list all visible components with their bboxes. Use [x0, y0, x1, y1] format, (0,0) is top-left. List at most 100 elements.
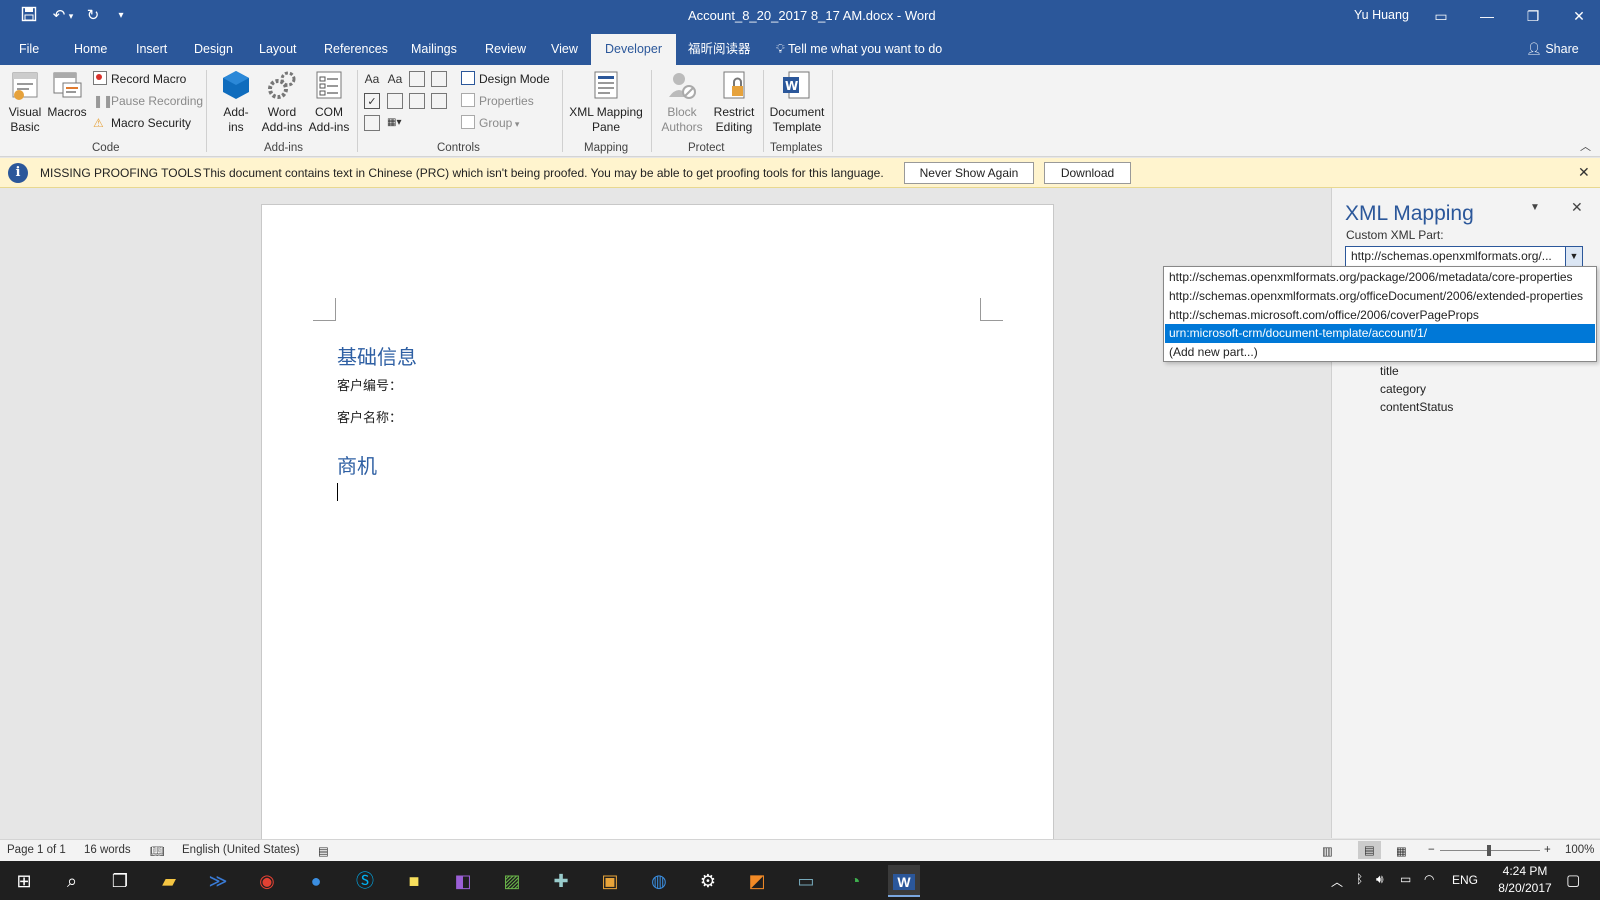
- never-show-again-button[interactable]: Never Show Again: [904, 162, 1034, 184]
- checkbox-control-icon[interactable]: ✓: [364, 93, 380, 109]
- foxit-reader-icon[interactable]: ◩: [741, 865, 773, 897]
- chevron-down-icon[interactable]: ▼: [1565, 247, 1582, 266]
- wifi-icon[interactable]: ◠: [1424, 872, 1434, 886]
- tab-view[interactable]: View: [549, 34, 580, 65]
- share-button[interactable]: 👤︎ Share: [1524, 34, 1581, 65]
- search-icon[interactable]: ⌕: [56, 865, 88, 897]
- restrict-editing-button[interactable]: Restrict Editing: [710, 69, 758, 135]
- tab-review[interactable]: Review: [483, 34, 528, 65]
- customer-number-line[interactable]: 客户编号：: [337, 375, 402, 394]
- repeating-section-control-icon[interactable]: [364, 115, 380, 131]
- tray-overflow-icon[interactable]: ︿: [1331, 873, 1343, 890]
- tab-layout[interactable]: Layout: [257, 34, 299, 65]
- dropdown-option[interactable]: http://schemas.microsoft.com/office/2006…: [1165, 306, 1595, 325]
- windows-start-icon[interactable]: ⊞: [8, 865, 40, 897]
- custom-xml-part-select[interactable]: http://schemas.openxmlformats.org/... ▼: [1345, 246, 1583, 267]
- chevron-down-icon[interactable]: ▾: [66, 6, 76, 26]
- rich-text-control-icon[interactable]: Aa: [364, 71, 380, 87]
- visual-studio-icon[interactable]: ◧: [447, 865, 479, 897]
- heading-basic-info[interactable]: 基础信息: [337, 341, 417, 370]
- page-count[interactable]: Page 1 of 1: [7, 844, 66, 856]
- user-name[interactable]: Yu Huang: [1354, 8, 1409, 22]
- tell-me-box[interactable]: 💡︎ Tell me what you want to do: [774, 34, 944, 65]
- block-authors-button[interactable]: Block Authors: [657, 69, 707, 135]
- ribbon-display-icon[interactable]: ▭: [1418, 0, 1464, 32]
- document-template-button[interactable]: W Document Template: [766, 69, 828, 135]
- xml-node-category[interactable]: category: [1380, 382, 1426, 396]
- date-picker-control-icon[interactable]: [431, 93, 447, 109]
- close-pane-icon[interactable]: ✕: [1571, 199, 1583, 216]
- macro-security-button[interactable]: ⚠ Macro Security: [93, 113, 191, 133]
- proofing-icon[interactable]: 📖︎: [150, 844, 165, 858]
- design-mode-button[interactable]: Design Mode: [461, 69, 550, 89]
- xml-node-title[interactable]: title: [1380, 364, 1399, 378]
- group-button[interactable]: Group ▾: [461, 113, 519, 133]
- heading-opportunity[interactable]: 商机: [337, 450, 377, 479]
- dropdown-option[interactable]: http://schemas.openxmlformats.org/packag…: [1165, 268, 1595, 287]
- sublime-text-icon[interactable]: ▣: [594, 865, 626, 897]
- tab-references[interactable]: References: [322, 34, 390, 65]
- battery-icon[interactable]: ▭: [1400, 872, 1411, 886]
- app-s-icon[interactable]: ●: [300, 865, 332, 897]
- dropdown-option-add-new[interactable]: (Add new part...): [1165, 343, 1595, 362]
- language-indicator[interactable]: English (United States): [182, 844, 300, 856]
- action-center-icon[interactable]: ▢: [1566, 871, 1580, 889]
- customer-name-line[interactable]: 客户名称：: [337, 407, 402, 426]
- visual-basic-button[interactable]: Visual Basic: [6, 69, 44, 135]
- word-taskbar-icon[interactable]: W: [888, 865, 920, 897]
- com-add-ins-button[interactable]: COM Add-ins: [306, 69, 352, 135]
- legacy-tools-icon[interactable]: ▦▾: [387, 115, 413, 131]
- word-add-ins-button[interactable]: Word Add-ins: [259, 69, 305, 135]
- wechat-icon[interactable]: ◔: [839, 865, 871, 897]
- drop-down-control-icon[interactable]: [409, 93, 425, 109]
- app-globe-icon[interactable]: ◍: [643, 865, 675, 897]
- combo-box-control-icon[interactable]: [387, 93, 403, 109]
- redo-icon[interactable]: ↻: [82, 6, 104, 26]
- close-icon[interactable]: ✕: [1556, 0, 1600, 32]
- dropdown-option[interactable]: http://schemas.openxmlformats.org/office…: [1165, 287, 1595, 306]
- tab-insert[interactable]: Insert: [134, 34, 169, 65]
- tab-foxit-reader[interactable]: 福昕阅读器: [686, 34, 753, 65]
- document-page[interactable]: 基础信息 客户编号： 客户名称： 商机: [261, 204, 1054, 840]
- clock-date[interactable]: 8/20/2017: [1492, 881, 1558, 895]
- macros-button[interactable]: Macros: [47, 69, 87, 120]
- zoom-in-icon[interactable]: +: [1544, 844, 1551, 856]
- pause-recording-button[interactable]: ❚❚Pause Recording: [93, 91, 203, 111]
- record-macro-button[interactable]: Record Macro: [93, 69, 186, 89]
- volume-icon[interactable]: 🔊︎: [1376, 872, 1384, 887]
- xml-mapping-pane-button[interactable]: XML Mapping Pane: [566, 69, 646, 135]
- macro-recording-icon[interactable]: ▤: [318, 844, 329, 858]
- bluetooth-icon[interactable]: ᛒ: [1356, 872, 1363, 886]
- collapse-ribbon-icon[interactable]: ︿: [1580, 138, 1591, 154]
- restore-icon[interactable]: ❐: [1510, 0, 1556, 32]
- task-view-icon[interactable]: ❐: [104, 865, 136, 897]
- print-layout-icon[interactable]: ▤: [1358, 841, 1381, 859]
- file-explorer-icon[interactable]: ▰: [153, 865, 185, 897]
- building-block-control-icon[interactable]: [431, 71, 447, 87]
- customize-icon[interactable]: ▾: [110, 6, 132, 26]
- read-mode-icon[interactable]: ▥: [1322, 844, 1333, 858]
- tab-mailings[interactable]: Mailings: [409, 34, 459, 65]
- remote-desktop-icon[interactable]: ▭: [790, 865, 822, 897]
- app-chart-icon[interactable]: ▨: [496, 865, 528, 897]
- dropdown-option-selected[interactable]: urn:microsoft-crm/document-template/acco…: [1165, 324, 1595, 343]
- clock-time[interactable]: 4:24 PM: [1495, 864, 1555, 878]
- zoom-slider-thumb[interactable]: [1487, 845, 1491, 856]
- web-layout-icon[interactable]: ▦: [1396, 844, 1407, 858]
- word-count[interactable]: 16 words: [84, 844, 131, 856]
- network-app-icon[interactable]: ✚: [545, 865, 577, 897]
- tab-home[interactable]: Home: [72, 34, 109, 65]
- tab-developer[interactable]: Developer: [591, 34, 676, 65]
- zoom-level[interactable]: 100%: [1565, 844, 1594, 856]
- tab-file[interactable]: File: [17, 34, 41, 65]
- powershell-icon[interactable]: ≫: [202, 865, 234, 897]
- close-message-icon[interactable]: ✕: [1578, 164, 1590, 181]
- download-button[interactable]: Download: [1044, 162, 1131, 184]
- sticky-notes-icon[interactable]: ■: [398, 865, 430, 897]
- zoom-out-icon[interactable]: −: [1428, 844, 1435, 856]
- picture-control-icon[interactable]: [409, 71, 425, 87]
- properties-button[interactable]: Properties: [461, 91, 534, 111]
- xml-node-content-status[interactable]: contentStatus: [1380, 400, 1453, 414]
- add-ins-button[interactable]: Add- ins: [216, 69, 256, 135]
- skype-icon[interactable]: Ⓢ: [349, 865, 381, 897]
